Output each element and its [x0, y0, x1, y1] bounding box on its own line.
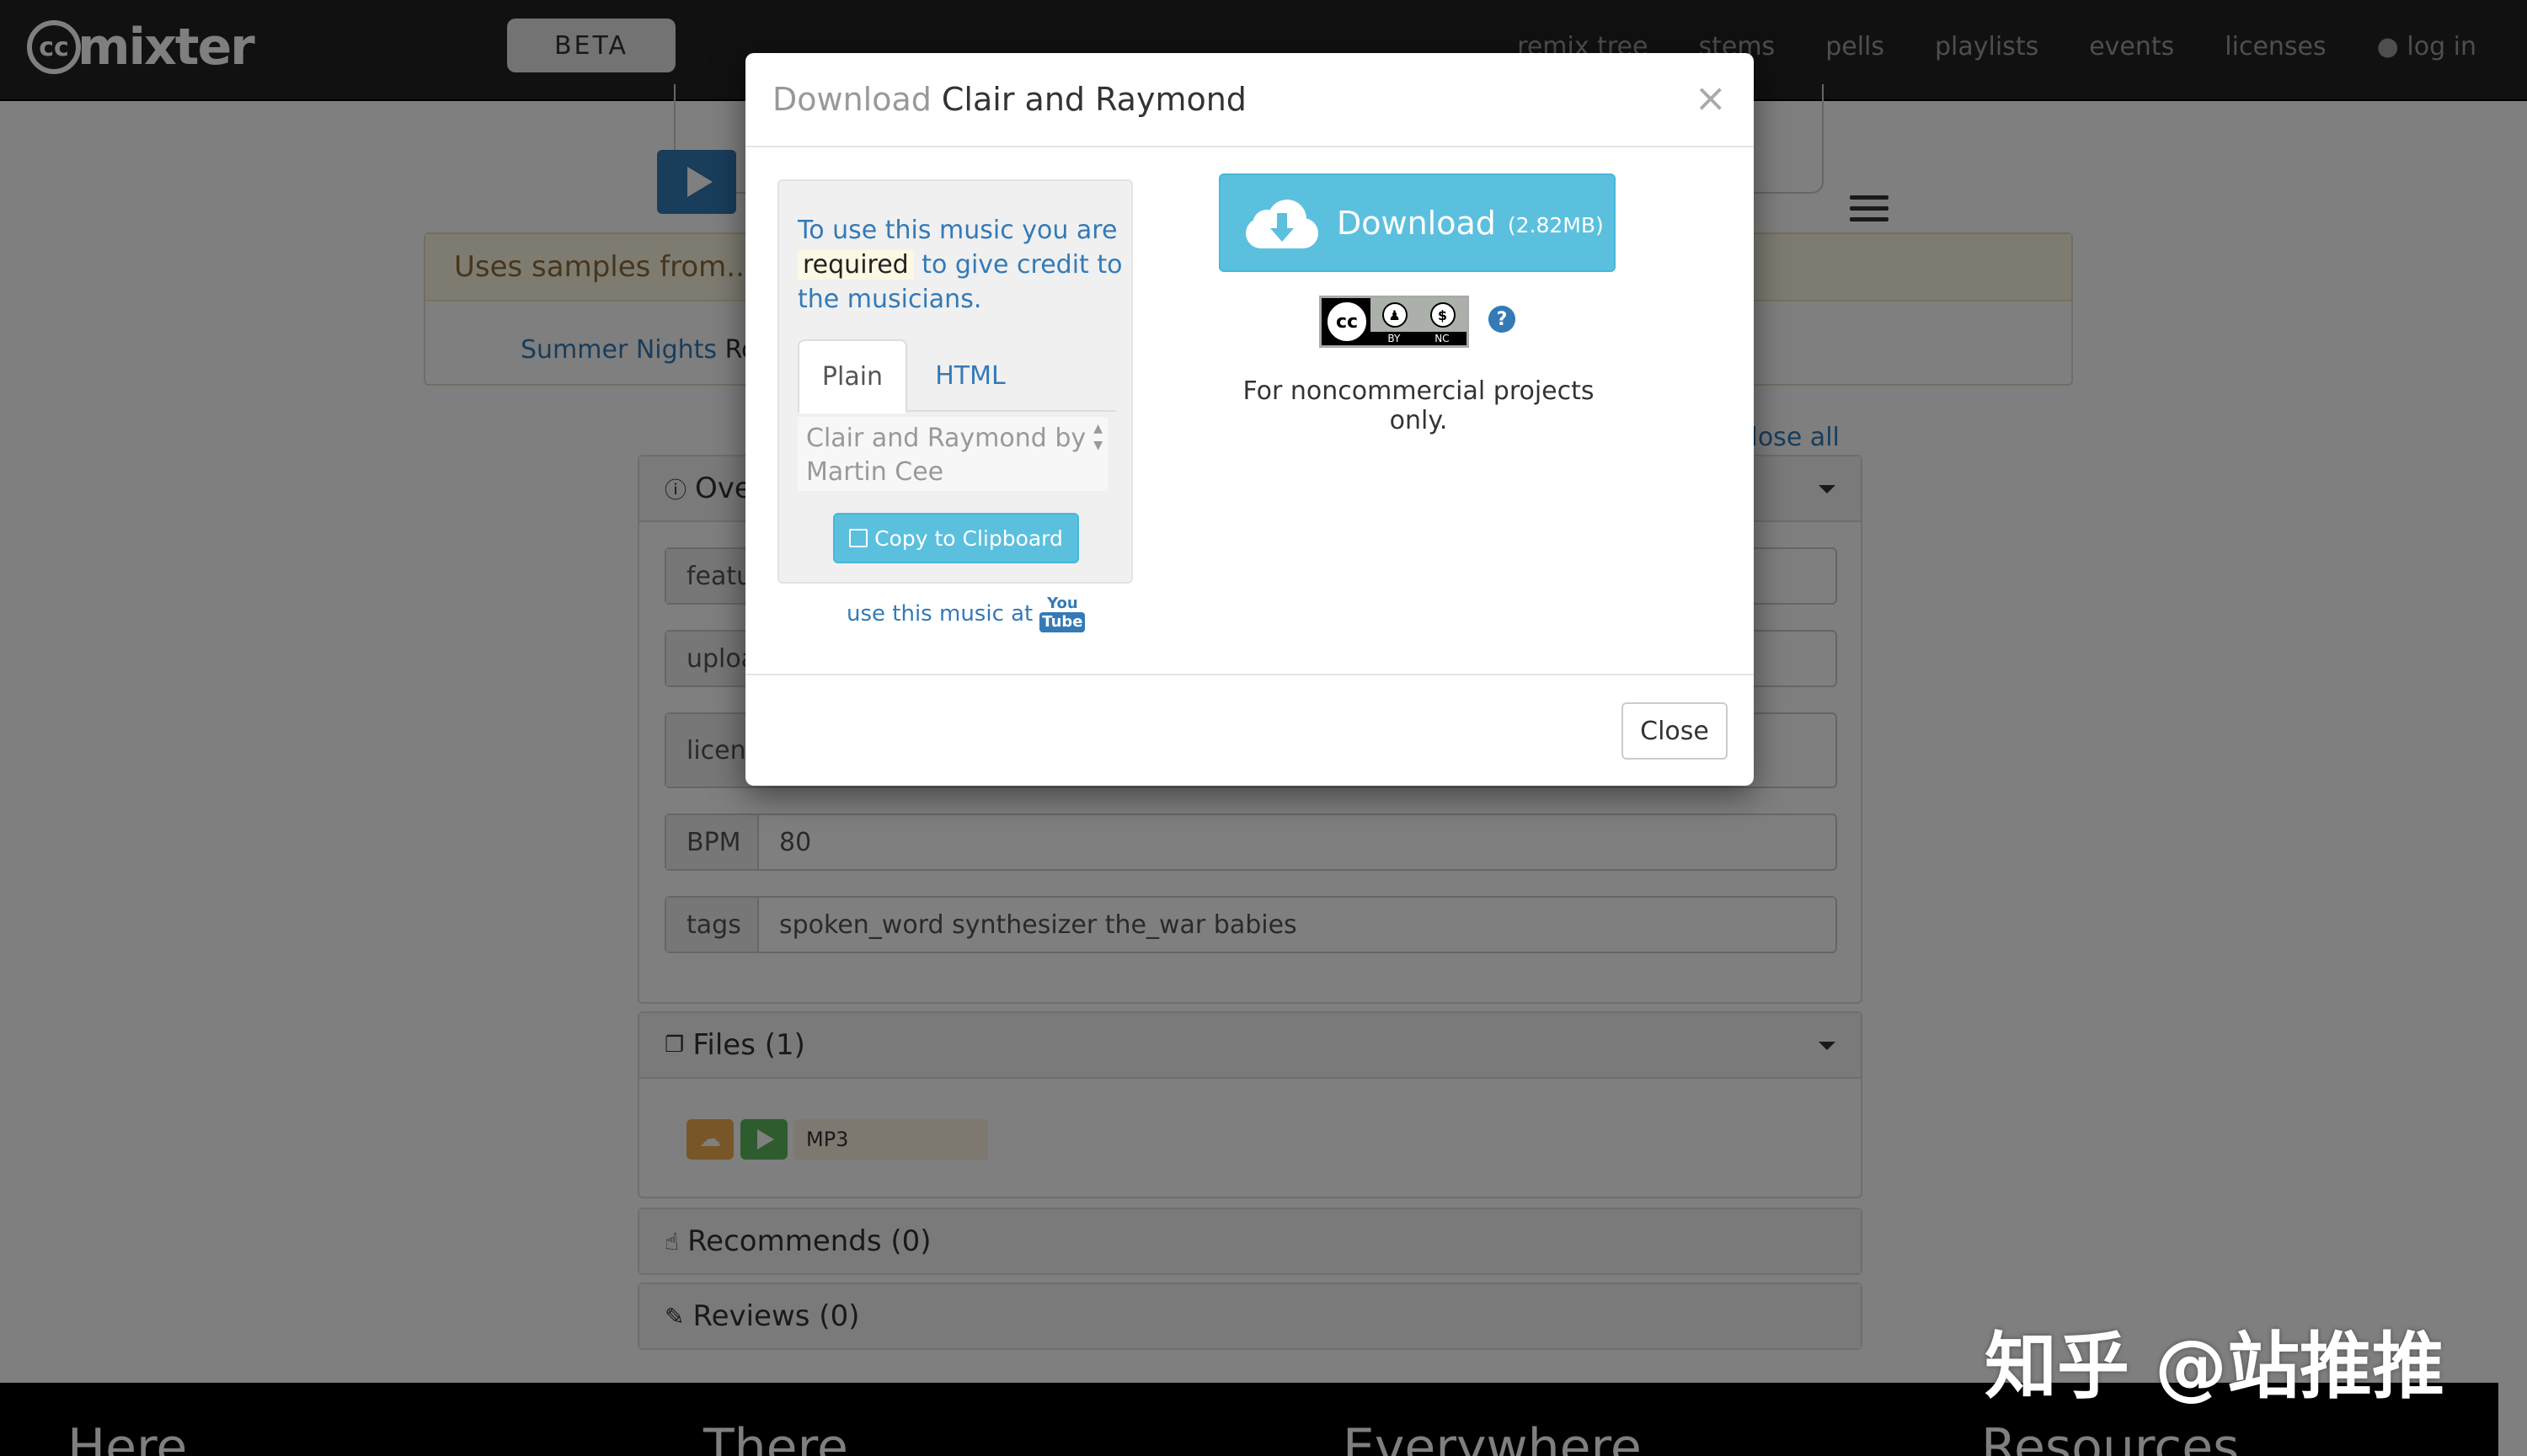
credit-text-part1: To use this music you are [798, 216, 1118, 245]
youtube-tube: Tube [1039, 612, 1086, 632]
license-note: For noncommercial projects only. [1242, 376, 1595, 435]
close-button[interactable]: Close [1621, 702, 1728, 760]
tab-html[interactable]: HTML [907, 339, 1034, 412]
cloud-download-icon [1246, 198, 1318, 248]
tab-plain[interactable]: Plain [798, 339, 907, 413]
license-tag-by: BY [1387, 333, 1401, 344]
copy-to-clipboard-button[interactable]: Copy to Clipboard [833, 513, 1079, 563]
credit-textarea-value: Clair and Raymond by Martin Cee [806, 424, 1087, 487]
download-label: Download [1337, 204, 1496, 242]
license-tag-nc: NC [1434, 333, 1450, 344]
textarea-scroll-arrows[interactable]: ▲ ▼ [1093, 420, 1103, 454]
credit-format-tabs: Plain HTML [798, 339, 1116, 413]
credit-instructions: To use this music you are required to gi… [798, 213, 1126, 317]
attribution-icon: ♟ [1381, 302, 1408, 328]
zhihu-watermark: 知乎 @站推推 [1985, 1325, 2444, 1409]
copy-icon [849, 529, 868, 547]
close-icon[interactable]: × [1694, 75, 1727, 120]
download-button[interactable]: Download (2.82MB) [1219, 173, 1616, 272]
youtube-you: You [1047, 595, 1078, 612]
cc-icon: cc [1325, 300, 1369, 344]
modal-title-prefix: Download [772, 81, 932, 118]
youtube-link[interactable]: use this music at You Tube [847, 595, 1086, 632]
credit-panel: To use this music you are required to gi… [777, 179, 1133, 584]
download-size: (2.82MB) [1507, 213, 1604, 237]
youtube-icon: You Tube [1039, 595, 1086, 632]
modal-header: Download Clair and Raymond [745, 53, 1754, 147]
modal-title: Clair and Raymond [941, 81, 1247, 118]
youtube-link-text: use this music at [847, 601, 1034, 627]
noncommercial-icon: $ [1429, 302, 1456, 328]
required-highlight: required [798, 250, 914, 280]
cc-by-nc-license-badge[interactable]: cc ♟ $ BY NC [1319, 296, 1469, 348]
modal-footer-divider [745, 674, 1754, 675]
help-icon[interactable]: ? [1488, 306, 1515, 333]
download-modal: Download Clair and Raymond × To use this… [745, 53, 1754, 786]
credit-textarea[interactable]: Clair and Raymond by Martin Cee ▲ ▼ [798, 415, 1108, 491]
copy-button-label: Copy to Clipboard [874, 525, 1063, 551]
